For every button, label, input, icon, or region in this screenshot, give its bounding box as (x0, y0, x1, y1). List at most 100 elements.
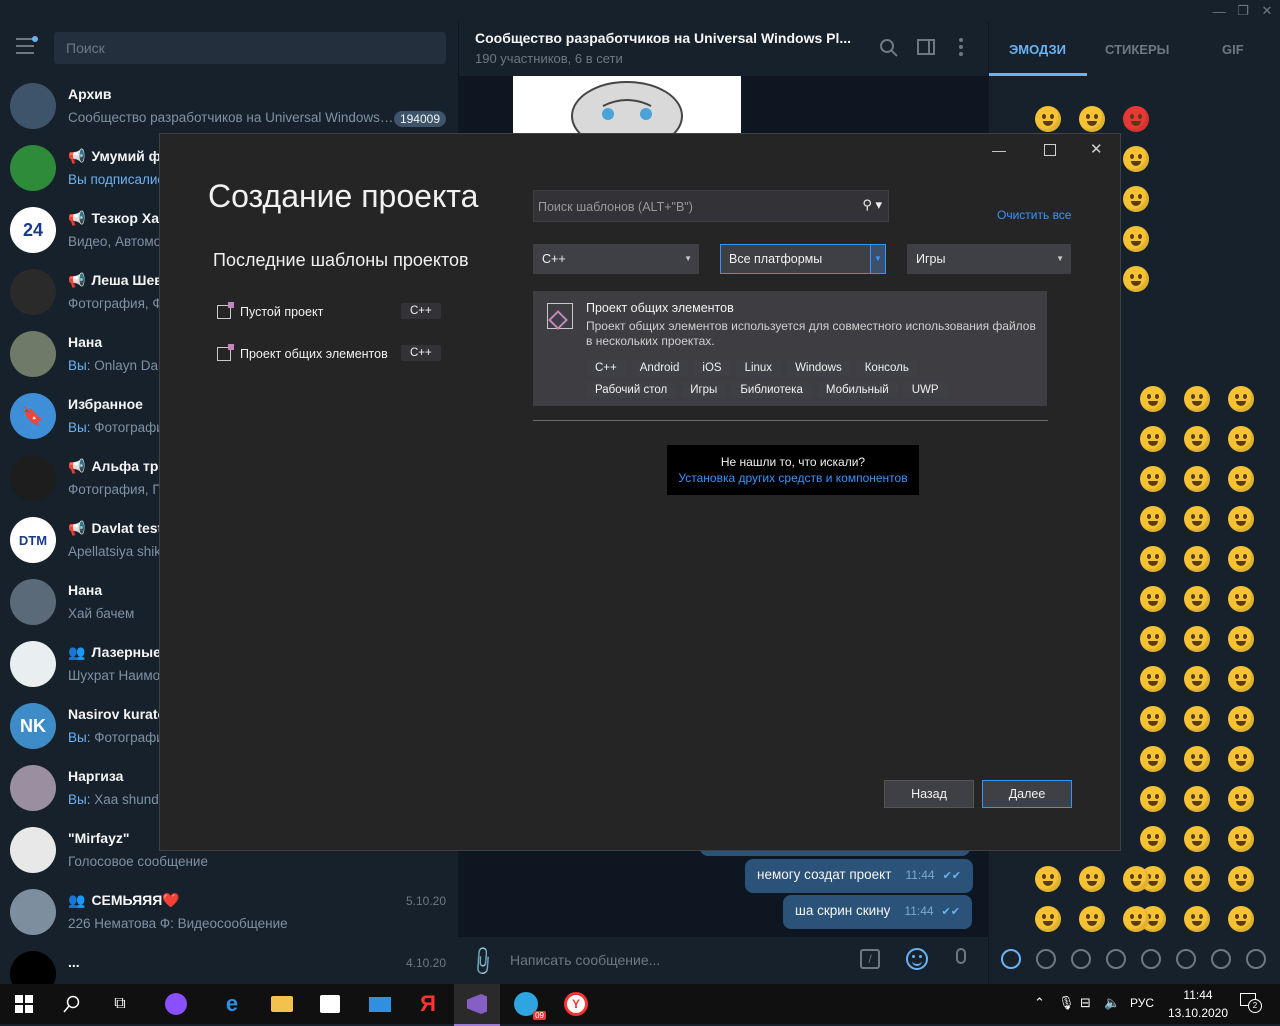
dialog-minimize-icon[interactable]: — (992, 142, 1006, 158)
emoji-icon[interactable] (1123, 226, 1149, 252)
chat-list-item[interactable]: 👥 СЕМЬЯЯЯ❤️ 226 Нематова Ф: Видеосообщение… (0, 882, 458, 944)
more-icon[interactable] (959, 38, 965, 58)
next-button[interactable]: Далее (982, 780, 1072, 808)
emoji-icon[interactable] (1140, 706, 1166, 732)
language-indicator[interactable]: РУС (1130, 996, 1154, 1010)
emoji-icon[interactable] (1140, 546, 1166, 572)
search-icon[interactable] (56, 988, 88, 1020)
meme-image[interactable] (513, 76, 741, 151)
emoji-icon[interactable] (1184, 906, 1210, 932)
emoji-icon[interactable] (1184, 626, 1210, 652)
emoji-icon[interactable] (1140, 786, 1166, 812)
tab-stickers[interactable]: СТИКЕРЫ (1105, 42, 1169, 57)
emoji-icon[interactable] (1140, 506, 1166, 532)
emoji-category-sport-icon[interactable] (1141, 949, 1161, 969)
volume-icon[interactable]: 🔈 (1104, 995, 1120, 1011)
platform-filter[interactable]: Все платформы ▼ (720, 244, 886, 274)
message-input[interactable]: Написать сообщение... (510, 952, 660, 968)
telegram-icon[interactable]: 09 (510, 988, 546, 1020)
emoji-icon[interactable] (1140, 666, 1166, 692)
clock-time[interactable]: 11:44 (1170, 988, 1226, 1002)
emoji-icon[interactable] (1228, 506, 1254, 532)
emoji-category-recent-icon[interactable] (1001, 949, 1021, 969)
emoji-icon[interactable] (1184, 586, 1210, 612)
alice-icon[interactable] (160, 988, 192, 1020)
emoji-icon[interactable] (1228, 426, 1254, 452)
dialog-close-icon[interactable]: ✕ (1090, 140, 1103, 158)
emoji-icon[interactable] (1140, 826, 1166, 852)
emoji-icon[interactable] (1140, 626, 1166, 652)
project-type-filter[interactable]: Игры ▼ (907, 244, 1071, 274)
edge-icon[interactable]: e (216, 988, 248, 1020)
show-hidden-icons-icon[interactable]: ⌃ (1034, 995, 1045, 1011)
store-icon[interactable] (314, 988, 346, 1020)
emoji-icon[interactable] (1079, 906, 1105, 932)
windows-start-icon[interactable] (8, 988, 40, 1020)
emoji-icon[interactable] (1228, 546, 1254, 572)
install-tools-link[interactable]: Установка других средств и компонентов (667, 471, 919, 485)
emoji-icon[interactable] (1184, 826, 1210, 852)
emoji-icon[interactable] (1184, 866, 1210, 892)
emoji-category-car-icon[interactable] (1176, 949, 1196, 969)
emoji-category-heart-icon[interactable] (1246, 949, 1266, 969)
chat-list-item[interactable]: Архив Сообщество разработчиков на Univers… (0, 76, 458, 138)
emoji-icon[interactable] (1123, 906, 1149, 932)
search-icon[interactable]: ⚲ ▾ (862, 197, 882, 213)
tab-gif[interactable]: GIF (1222, 42, 1244, 57)
message-bubble[interactable]: ша скрин скину 11:44 ✔✔ (783, 895, 972, 929)
emoji-icon[interactable] (1228, 666, 1254, 692)
emoji-icon[interactable] (1228, 906, 1254, 932)
emoji-icon[interactable] (1035, 906, 1061, 932)
emoji-icon[interactable] (1184, 426, 1210, 452)
emoji-icon[interactable] (1228, 786, 1254, 812)
emoji-icon[interactable] (1228, 706, 1254, 732)
restore-icon[interactable]: ❐ (1230, 0, 1256, 22)
emoji-icon[interactable] (1140, 586, 1166, 612)
emoji-icon[interactable] (1228, 586, 1254, 612)
search-input[interactable]: Поиск (54, 32, 446, 64)
emoji-icon[interactable] (1184, 546, 1210, 572)
recent-template-item[interactable]: Пустой проект C++ (215, 302, 445, 327)
emoji-icon[interactable] (1228, 826, 1254, 852)
emoji-category-food-icon[interactable] (1106, 949, 1126, 969)
emoji-icon[interactable] (1123, 266, 1149, 292)
emoji-icon[interactable] (1123, 186, 1149, 212)
emoji-category-bulb-icon[interactable] (1211, 949, 1231, 969)
emoji-icon[interactable] (1140, 746, 1166, 772)
emoji-category-smiley-icon[interactable] (1036, 949, 1056, 969)
emoji-icon[interactable] (1184, 786, 1210, 812)
dialog-maximize-icon[interactable] (1044, 144, 1056, 156)
emoji-icon[interactable] (1123, 106, 1149, 132)
clear-all-link[interactable]: Очистить все (997, 208, 1071, 222)
emoji-icon[interactable] (1140, 426, 1166, 452)
emoji-icon[interactable] (1228, 626, 1254, 652)
mail-icon[interactable] (364, 988, 396, 1020)
emoji-icon[interactable] (1228, 866, 1254, 892)
attach-icon[interactable]: 📎 (465, 944, 500, 979)
search-icon[interactable] (879, 38, 899, 58)
template-search-input[interactable]: Поиск шаблонов (ALT+"В") ⚲ ▾ (533, 190, 889, 222)
file-explorer-icon[interactable] (266, 988, 298, 1020)
emoji-icon[interactable] (1184, 666, 1210, 692)
sidebar-toggle-icon[interactable] (917, 39, 935, 55)
emoji-icon[interactable] (1184, 746, 1210, 772)
emoji-icon[interactable] (1140, 466, 1166, 492)
emoji-icon[interactable] (1228, 386, 1254, 412)
minimize-icon[interactable]: — (1206, 0, 1232, 22)
visual-studio-icon[interactable] (454, 984, 500, 1026)
emoji-icon[interactable] (1035, 106, 1061, 132)
yandex-browser-icon[interactable]: Y (560, 988, 592, 1020)
emoji-icon[interactable] (1184, 506, 1210, 532)
emoji-icon[interactable] (1184, 386, 1210, 412)
emoji-icon[interactable] (1123, 866, 1149, 892)
notification-center-icon[interactable]: 2 (1240, 993, 1262, 1013)
emoji-icon[interactable] (906, 948, 928, 970)
emoji-icon[interactable] (1184, 706, 1210, 732)
chat-list-item[interactable]: ... 4.10.20 (0, 944, 458, 984)
message-bubble[interactable]: немогу создат проект 11:44 ✔✔ (745, 859, 974, 893)
emoji-icon[interactable] (1123, 146, 1149, 172)
task-view-icon[interactable]: ⧉ (104, 988, 136, 1020)
menu-icon[interactable] (16, 36, 38, 56)
close-icon[interactable]: ✕ (1254, 0, 1280, 22)
yandex-icon[interactable]: Я (412, 988, 444, 1020)
